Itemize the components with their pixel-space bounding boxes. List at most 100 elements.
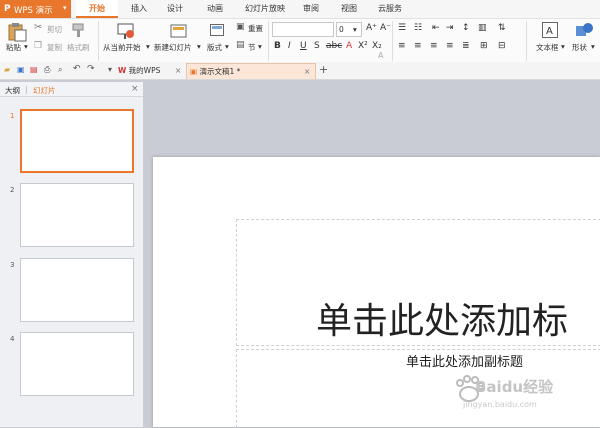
paste-icon	[8, 23, 27, 42]
shape-icon[interactable]	[576, 22, 594, 40]
slide-number: 3	[10, 261, 15, 269]
bold-icon[interactable]: B	[274, 41, 281, 51]
save-icon[interactable]: ▣	[17, 65, 25, 74]
close-icon[interactable]: ×	[304, 64, 310, 79]
quick-access-bar: ▰ ▣ ▤ ⎙ ⌕ ↶ ↷ ▾ W 我的WPS × ▣ 演示文稿1 * × +	[0, 62, 600, 80]
copy-icon[interactable]: ❐	[34, 41, 42, 51]
shrink-font-icon[interactable]: A⁻	[380, 23, 391, 33]
cut-button[interactable]: 剪切	[47, 24, 62, 35]
customize-dropdown-icon[interactable]: ▾	[108, 65, 112, 74]
undo-icon[interactable]: ↶	[73, 64, 81, 74]
align-center-icon[interactable]: ≡	[414, 41, 422, 51]
svg-text:A: A	[546, 26, 553, 37]
slide-thumbnail-1[interactable]	[20, 109, 134, 173]
tab-home[interactable]: 开始	[76, 0, 118, 18]
watermark-url: jingyan.baidu.com	[463, 400, 537, 409]
format-painter-icon[interactable]	[71, 22, 87, 40]
my-wps-label: 我的WPS	[128, 66, 161, 75]
clear-format-icon[interactable]: A	[378, 51, 383, 60]
format-painter-button[interactable]: 格式刷	[67, 42, 90, 53]
tab-insert[interactable]: 插入	[124, 0, 154, 18]
tab-slideshow[interactable]: 幻灯片放映	[240, 0, 290, 18]
new-slide-button[interactable]: 新建幻灯片	[154, 42, 192, 53]
tab-my-wps[interactable]: W 我的WPS ×	[118, 63, 184, 78]
slide-title-text[interactable]: 单击此处添加标	[316, 292, 568, 344]
play-from-current-icon[interactable]	[117, 22, 135, 42]
wps-w-icon: W	[118, 66, 127, 75]
copy-button[interactable]: 复制	[47, 42, 62, 53]
chevron-down-icon[interactable]: ▾	[146, 42, 150, 51]
align-right-icon[interactable]: ≡	[430, 41, 438, 51]
shape-button[interactable]: 形状	[572, 42, 587, 53]
outline-tab[interactable]: 大纲	[5, 85, 20, 96]
bullets-icon[interactable]: ☰	[398, 23, 406, 33]
font-name-field[interactable]	[272, 22, 334, 37]
slide-thumbnail-4[interactable]	[20, 332, 134, 396]
slides-tab[interactable]: 幻灯片	[33, 85, 56, 96]
font-color-icon[interactable]: A	[346, 41, 352, 51]
grow-font-icon[interactable]: A⁺	[366, 23, 377, 33]
chevron-down-icon[interactable]: ▾	[561, 42, 565, 51]
vertical-align-icon[interactable]: ⊞	[480, 41, 488, 51]
open-folder-icon[interactable]: ▰	[4, 65, 10, 74]
divider	[98, 21, 99, 61]
numbering-icon[interactable]: ☷	[414, 23, 422, 33]
new-tab-plus-icon[interactable]: +	[319, 63, 328, 76]
chevron-down-icon[interactable]: ▾	[225, 42, 229, 51]
distribute-icon[interactable]: ≣	[462, 41, 470, 51]
pdf-export-icon[interactable]: ▤	[30, 65, 38, 74]
section-icon[interactable]: ▤	[236, 40, 245, 50]
from-current-button[interactable]: 从当前开始	[103, 42, 141, 53]
chevron-down-icon[interactable]: ▾	[24, 42, 28, 51]
increase-indent-icon[interactable]: ⇥	[446, 23, 454, 33]
paste-button[interactable]	[6, 22, 28, 44]
document-title: 演示文稿1 *	[199, 67, 241, 76]
textbox-button[interactable]: 文本框	[536, 42, 559, 53]
slide-number: 4	[10, 335, 15, 343]
tab-review[interactable]: 审阅	[296, 0, 326, 18]
close-icon[interactable]: ×	[175, 63, 181, 78]
print-preview-icon[interactable]: ⌕	[58, 65, 62, 75]
align-left-icon[interactable]: ≡	[398, 41, 406, 51]
smartart-icon[interactable]: ⊟	[498, 41, 506, 51]
underline-icon[interactable]: U	[300, 41, 307, 51]
tab-animation[interactable]: 动画	[200, 0, 230, 18]
slide-thumbnail-3[interactable]	[20, 258, 134, 322]
columns-icon[interactable]: ▥	[478, 23, 487, 33]
font-size-field[interactable]: 0 ▾	[336, 22, 362, 37]
strikethrough-icon[interactable]: abc	[326, 41, 342, 51]
app-menu-button[interactable]: P WPS 演示 ▾	[0, 0, 71, 18]
tab-view[interactable]: 视图	[334, 0, 364, 18]
justify-icon[interactable]: ≡	[446, 41, 454, 51]
chevron-down-icon: ▾	[63, 4, 67, 12]
superscript-icon[interactable]: X²	[358, 41, 368, 51]
section-button[interactable]: 节	[248, 42, 256, 53]
chevron-down-icon[interactable]: ▾	[591, 42, 595, 51]
close-icon[interactable]: ×	[131, 84, 139, 94]
print-icon[interactable]: ⎙	[44, 65, 50, 75]
chevron-down-icon[interactable]: ▾	[197, 42, 201, 51]
slide-thumbnail-2[interactable]	[20, 183, 134, 247]
redo-icon[interactable]: ↷	[87, 64, 95, 74]
textbox-icon[interactable]: A	[542, 22, 558, 40]
reset-icon[interactable]: ▣	[236, 22, 245, 32]
reset-button[interactable]: 重置	[248, 23, 263, 34]
layout-button[interactable]: 版式	[207, 42, 222, 53]
chevron-down-icon[interactable]: ▾	[258, 42, 262, 51]
text-direction-icon[interactable]: ⇅	[498, 23, 506, 33]
decrease-indent-icon[interactable]: ⇤	[432, 23, 440, 33]
tab-divider: |	[25, 85, 28, 94]
scissors-icon[interactable]: ✂	[34, 22, 42, 33]
new-slide-icon[interactable]	[170, 22, 188, 42]
layout-icon[interactable]	[210, 24, 224, 38]
tab-cloud[interactable]: 云服务	[372, 0, 408, 18]
paste-label[interactable]: 粘贴	[6, 42, 21, 53]
shadow-icon[interactable]: S	[314, 41, 320, 51]
tab-design[interactable]: 设计	[160, 0, 190, 18]
subscript-icon[interactable]: X₂	[372, 41, 382, 51]
tab-document-1[interactable]: ▣ 演示文稿1 * ×	[186, 63, 316, 79]
line-spacing-icon[interactable]: ↕	[462, 23, 470, 33]
app-name: WPS 演示	[14, 6, 53, 16]
italic-icon[interactable]: I	[288, 41, 291, 51]
divider	[268, 21, 269, 61]
